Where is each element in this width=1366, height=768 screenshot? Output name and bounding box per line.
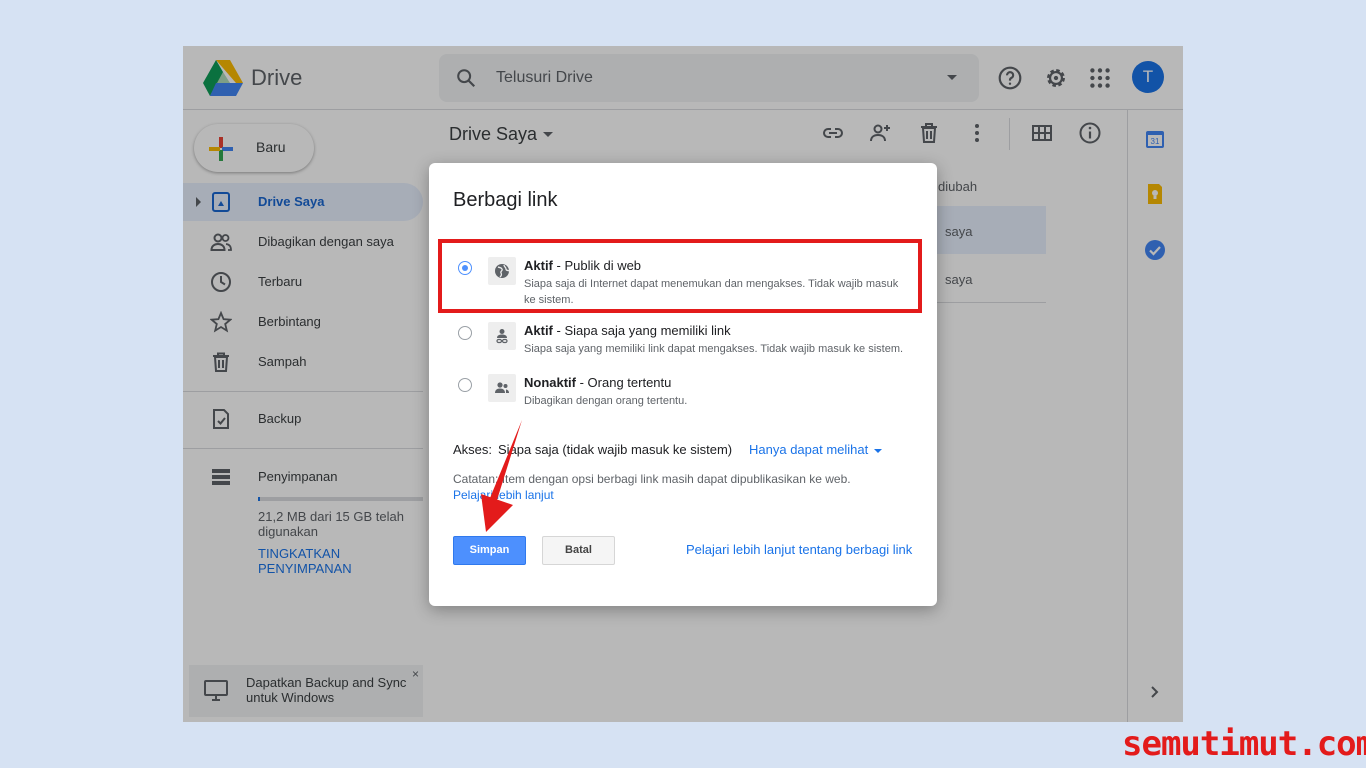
radio-specific-people[interactable] [458, 378, 472, 392]
learn-more-sharing-link[interactable]: Pelajari lebih lanjut tentang berbagi li… [686, 542, 912, 557]
option-title: Aktif - Siapa saja yang memiliki link [524, 323, 731, 338]
person-link-icon [488, 322, 516, 350]
share-link-dialog: Berbagi link Aktif - Publik di web Siapa… [429, 163, 937, 606]
watermark-logo: semutimut.com [1122, 724, 1366, 764]
chevron-down-icon [874, 448, 883, 453]
highlight-box-annotation [438, 239, 922, 313]
option-description: Dibagikan dengan orang tertentu. [524, 395, 688, 407]
radio-anyone-with-link[interactable] [458, 326, 472, 340]
dialog-title: Berbagi link [453, 189, 558, 211]
permission-dropdown[interactable]: Hanya dapat melihat [749, 442, 883, 457]
save-button[interactable]: Simpan [453, 536, 526, 565]
option-description: Siapa saja yang memiliki link dapat meng… [524, 343, 904, 355]
annotation-arrow-icon [481, 420, 522, 532]
option-title: Nonaktif - Orang tertentu [524, 375, 672, 390]
cancel-button[interactable]: Batal [542, 536, 615, 565]
access-value: Siapa saja (tidak wajib masuk ke sistem) [498, 442, 733, 457]
people-icon [488, 374, 516, 402]
permission-dropdown-label: Hanya dapat melihat [749, 442, 869, 457]
